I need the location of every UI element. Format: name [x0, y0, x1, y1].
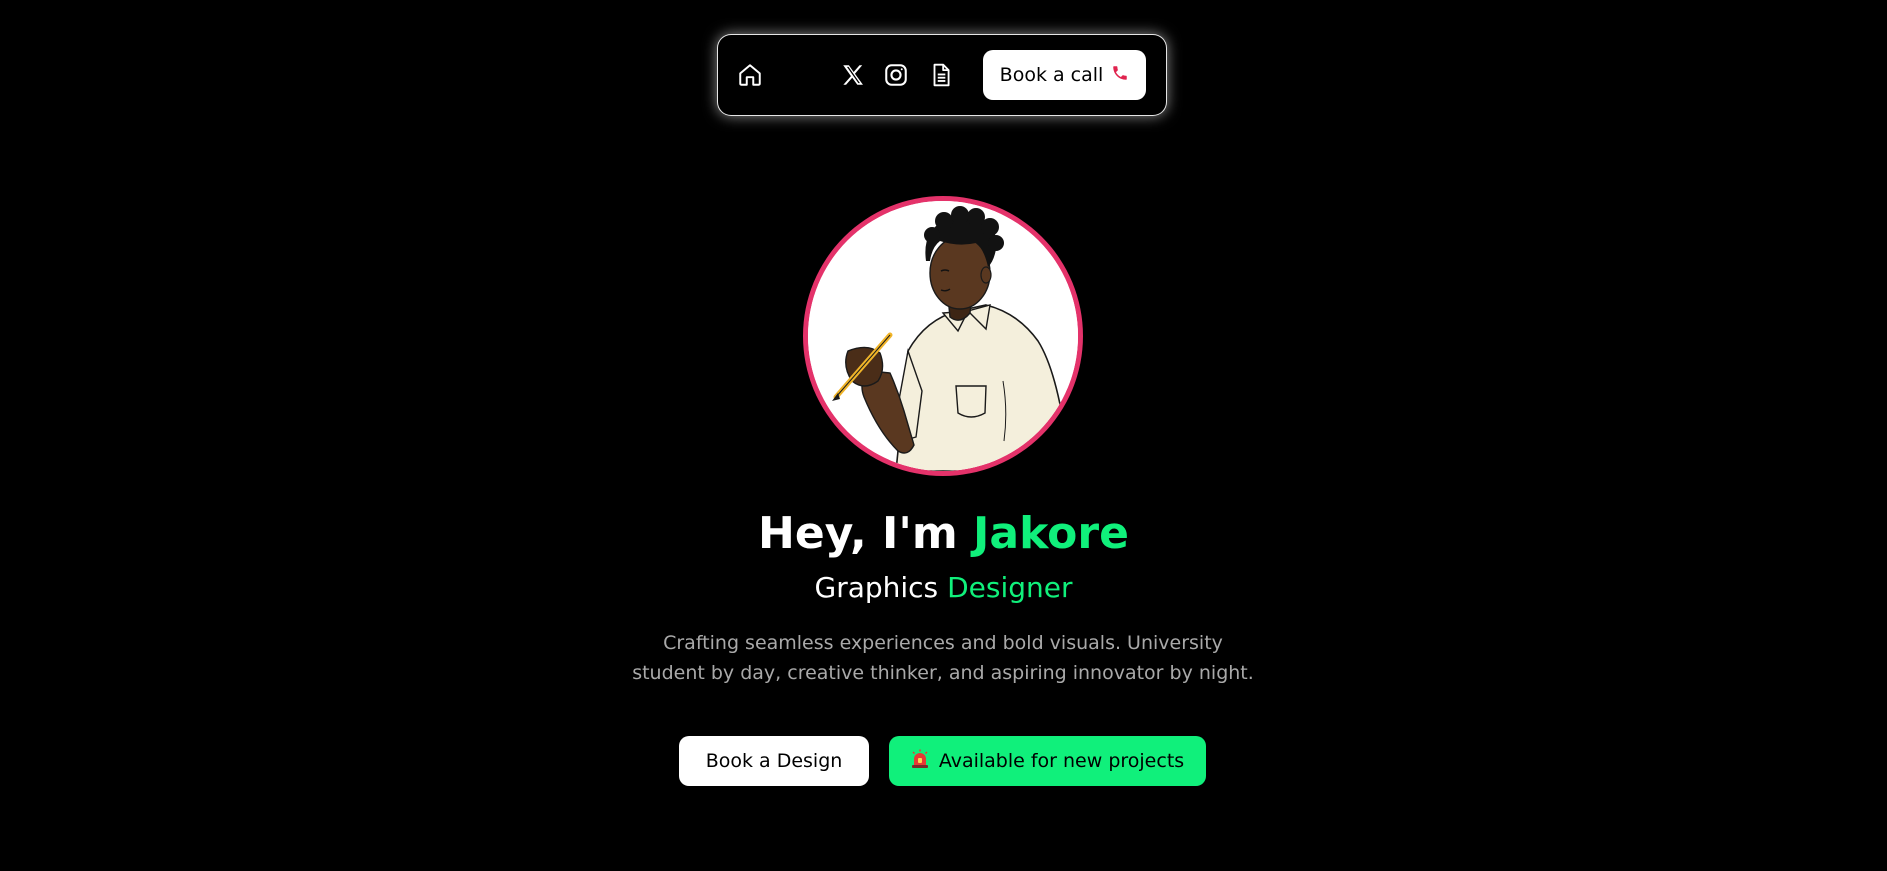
- instagram-icon[interactable]: [882, 61, 910, 89]
- hero-role-accent: Designer: [947, 571, 1073, 604]
- book-call-label: Book a call: [999, 64, 1104, 86]
- hero-greeting: Hey, I'm: [758, 508, 974, 559]
- hero-title: Hey, I'm Jakore: [0, 504, 1887, 564]
- hero-description: Crafting seamless experiences and bold v…: [632, 632, 1254, 684]
- available-projects-label: Available for new projects: [938, 750, 1185, 772]
- phone-icon: [1111, 64, 1129, 87]
- hero-role-prefix: Graphics: [814, 571, 948, 604]
- x-twitter-icon[interactable]: [839, 61, 867, 89]
- hero-role: Graphics Designer: [0, 569, 1887, 607]
- siren-icon: [911, 749, 929, 774]
- book-design-button[interactable]: Book a Design: [679, 736, 869, 786]
- book-call-button[interactable]: Book a call: [983, 50, 1146, 100]
- document-icon[interactable]: [927, 61, 955, 89]
- top-navbar: Book a call: [717, 34, 1167, 116]
- hero-name: Jakore: [973, 508, 1129, 559]
- avatar-illustration: [808, 201, 1078, 471]
- home-icon[interactable]: [736, 61, 764, 89]
- available-projects-button[interactable]: Available for new projects: [889, 736, 1206, 786]
- avatar: [803, 196, 1083, 476]
